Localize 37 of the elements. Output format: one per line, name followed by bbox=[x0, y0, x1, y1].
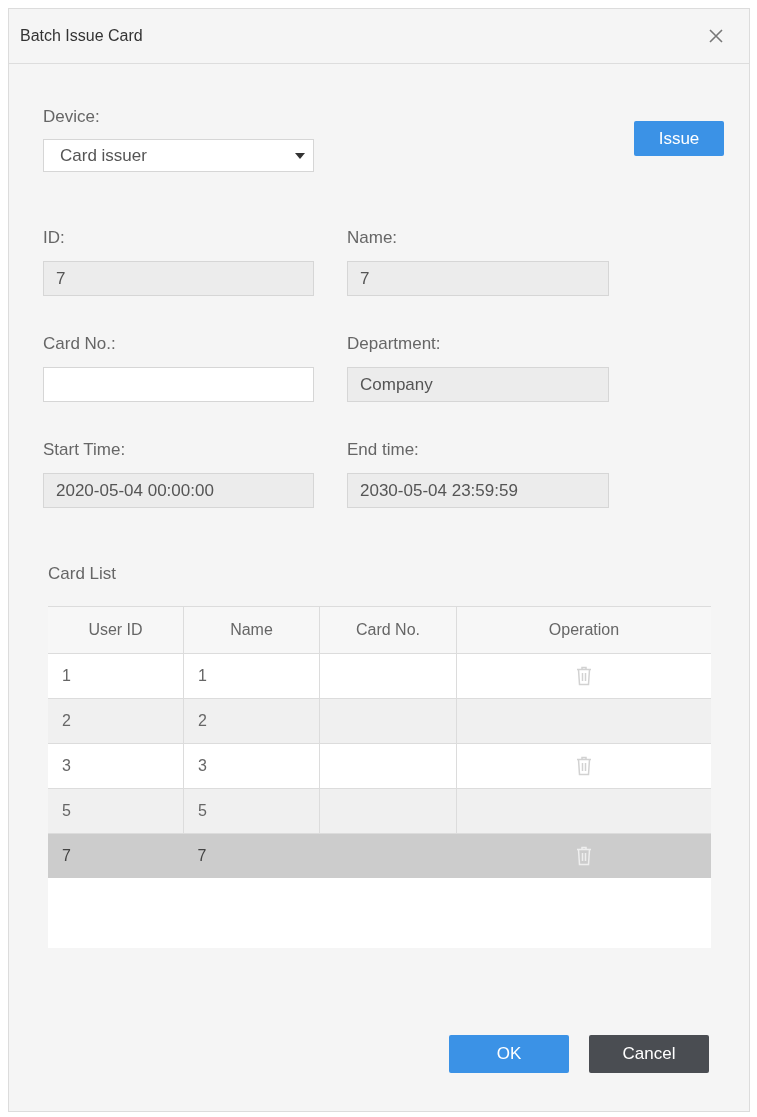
table-cell: 2 bbox=[48, 698, 184, 744]
field-label: Start Time: bbox=[43, 440, 127, 460]
table-row[interactable]: 1 1 bbox=[48, 653, 711, 699]
device-dropdown[interactable]: Card issuer bbox=[43, 139, 314, 172]
table-cell: 3 bbox=[48, 743, 184, 789]
table-cell: 5 bbox=[48, 788, 184, 834]
table-cell: 3 bbox=[183, 743, 320, 789]
close-button[interactable] bbox=[709, 29, 723, 43]
trash-icon[interactable] bbox=[576, 666, 592, 686]
table-cell: 2 bbox=[183, 698, 320, 744]
table-row[interactable]: 5 5 bbox=[48, 788, 711, 834]
column-header: User ID bbox=[48, 607, 184, 654]
column-header: Name bbox=[183, 607, 320, 654]
field-label: Department: bbox=[347, 334, 442, 354]
close-icon bbox=[709, 29, 723, 43]
text-field[interactable] bbox=[43, 367, 314, 402]
table-cell: 1 bbox=[48, 653, 184, 699]
section-title: Card List bbox=[48, 564, 118, 584]
table-cell: 5 bbox=[183, 788, 320, 834]
column-header: Card No. bbox=[319, 607, 457, 654]
field-label: Device: bbox=[43, 107, 101, 127]
field-label: Card No.: bbox=[43, 334, 117, 354]
table-cell: 7 bbox=[48, 833, 184, 878]
caret-icon bbox=[295, 152, 305, 159]
field-label: Name: bbox=[347, 228, 399, 248]
cancel-button[interactable]: Cancel bbox=[589, 1035, 709, 1073]
table-cell: 1 bbox=[183, 653, 320, 699]
table-cell: 7 bbox=[183, 833, 320, 878]
trash-icon[interactable] bbox=[576, 756, 592, 776]
column-header: Operation bbox=[456, 607, 711, 654]
table-row[interactable]: 3 3 bbox=[48, 743, 711, 789]
table-row[interactable]: 2 2 bbox=[48, 698, 711, 744]
window-title: Batch Issue Card bbox=[20, 27, 143, 45]
field-label: End time: bbox=[347, 440, 420, 460]
field-label: ID: bbox=[43, 228, 66, 248]
issue-button[interactable]: Issue bbox=[634, 121, 724, 156]
ok-button[interactable]: OK bbox=[449, 1035, 569, 1073]
